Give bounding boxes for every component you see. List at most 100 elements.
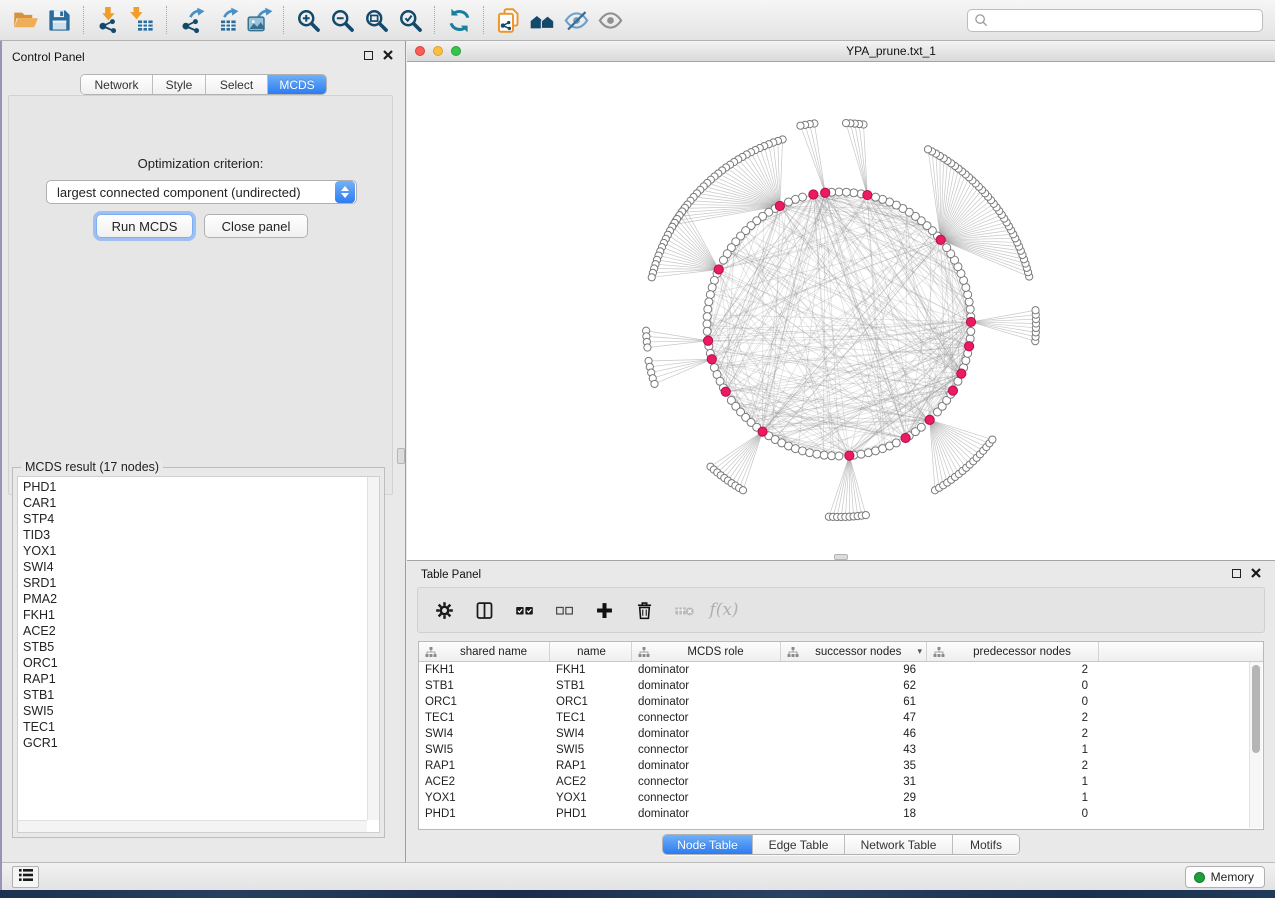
network-hub-node[interactable] [707, 355, 716, 364]
refresh-button[interactable] [442, 4, 476, 36]
network-node[interactable] [917, 423, 925, 431]
close-table-panel-icon[interactable] [1251, 568, 1261, 578]
network-node[interactable] [842, 188, 850, 196]
column-header-predecessor-nodes[interactable]: predecessor nodes [927, 642, 1099, 661]
network-node[interactable] [835, 188, 843, 196]
network-node[interactable] [648, 274, 655, 281]
network-hub-node[interactable] [821, 188, 830, 197]
show-all-button[interactable] [593, 4, 627, 36]
table-tab-motifs[interactable]: Motifs [953, 835, 1019, 854]
network-node[interactable] [842, 120, 849, 127]
vertical-splitter-handle[interactable] [397, 448, 405, 464]
network-hub-node[interactable] [966, 317, 975, 326]
table-row[interactable]: FKH1FKH1dominator962 [419, 662, 1263, 678]
table-row[interactable]: PHD1PHD1dominator180 [419, 806, 1263, 822]
network-node[interactable] [651, 380, 658, 387]
mcds-result-item[interactable]: STP4 [18, 511, 366, 527]
table-tab-edge-table[interactable]: Edge Table [753, 835, 845, 854]
network-node[interactable] [989, 436, 996, 443]
float-table-panel-icon[interactable] [1232, 569, 1241, 578]
mcds-result-item[interactable]: YOX1 [18, 543, 366, 559]
network-hub-node[interactable] [809, 190, 818, 199]
network-node[interactable] [857, 450, 865, 458]
network-hub-node[interactable] [714, 265, 723, 274]
zoom-selected-button[interactable] [393, 4, 427, 36]
close-panel-icon[interactable] [383, 50, 393, 60]
network-hub-node[interactable] [775, 201, 784, 210]
panel-menu-button[interactable] [12, 866, 39, 888]
network-node[interactable] [706, 291, 714, 299]
network-hub-node[interactable] [957, 369, 966, 378]
mcds-result-item[interactable]: SRD1 [18, 575, 366, 591]
network-node[interactable] [967, 327, 975, 335]
zoom-out-button[interactable] [325, 4, 359, 36]
node-table[interactable]: shared namenameMCDS rolesuccessor nodes▾… [418, 641, 1264, 830]
network-hub-node[interactable] [845, 451, 854, 460]
zoom-fit-button[interactable] [359, 4, 393, 36]
table-row[interactable]: STB1STB1dominator620 [419, 678, 1263, 694]
network-node[interactable] [862, 512, 869, 519]
table-row[interactable]: ORC1ORC1dominator610 [419, 694, 1263, 710]
table-row[interactable]: YOX1YOX1connector291 [419, 790, 1263, 806]
network-node[interactable] [806, 449, 814, 457]
criterion-dropdown[interactable]: largest connected component (undirected) [46, 180, 357, 204]
network-canvas[interactable] [407, 62, 1275, 560]
network-node[interactable] [703, 327, 711, 335]
table-vertical-scrollbar[interactable] [1249, 662, 1262, 828]
mcds-result-list[interactable]: PHD1CAR1STP4TID3YOX1SWI4SRD1PMA2FKH1ACE2… [17, 476, 380, 833]
tab-mcds[interactable]: MCDS [268, 75, 326, 94]
mcds-list-horizontal-scrollbar[interactable] [18, 820, 367, 832]
mcds-result-item[interactable]: SWI4 [18, 559, 366, 575]
add-column-button[interactable] [592, 598, 616, 622]
network-hub-node[interactable] [965, 342, 974, 351]
zoom-in-button[interactable] [291, 4, 325, 36]
mcds-result-item[interactable]: CAR1 [18, 495, 366, 511]
network-node[interactable] [966, 305, 974, 313]
table-row[interactable]: SWI5SWI5connector431 [419, 742, 1263, 758]
network-node[interactable] [828, 452, 836, 460]
network-hub-node[interactable] [863, 190, 872, 199]
mcds-result-item[interactable]: STB1 [18, 687, 366, 703]
network-node[interactable] [1032, 307, 1039, 314]
delete-column-button[interactable] [632, 598, 656, 622]
table-tab-network-table[interactable]: Network Table [845, 835, 953, 854]
mcds-list-vertical-scrollbar[interactable] [367, 477, 379, 820]
table-scrollbar-thumb[interactable] [1252, 665, 1260, 753]
network-hub-node[interactable] [936, 235, 945, 244]
tab-network[interactable]: Network [81, 75, 153, 94]
network-hub-node[interactable] [948, 386, 957, 395]
open-file-button[interactable] [8, 4, 42, 36]
network-node[interactable] [924, 146, 931, 153]
network-node[interactable] [820, 451, 828, 459]
mcds-result-item[interactable]: RAP1 [18, 671, 366, 687]
network-node[interactable] [784, 198, 792, 206]
export-image-button[interactable] [242, 4, 276, 36]
table-row[interactable]: SWI4SWI4dominator462 [419, 726, 1263, 742]
export-table-button[interactable] [208, 4, 242, 36]
network-node[interactable] [797, 122, 804, 129]
mcds-result-item[interactable]: ORC1 [18, 655, 366, 671]
column-header-mcds-role[interactable]: MCDS role [632, 642, 781, 661]
network-hub-node[interactable] [721, 387, 730, 396]
mcds-result-item[interactable]: ACE2 [18, 623, 366, 639]
mcds-result-item[interactable]: PMA2 [18, 591, 366, 607]
deselect-all-button[interactable] [552, 598, 576, 622]
export-network-button[interactable] [174, 4, 208, 36]
network-node[interactable] [965, 298, 973, 306]
network-hub-node[interactable] [901, 433, 910, 442]
save-session-button[interactable] [42, 4, 76, 36]
network-node[interactable] [872, 193, 880, 201]
column-header-successor-nodes[interactable]: successor nodes▾ [781, 642, 927, 661]
network-node[interactable] [835, 452, 843, 460]
memory-button[interactable]: Memory [1185, 866, 1265, 888]
first-neighbors-button[interactable] [525, 4, 559, 36]
select-all-button[interactable] [512, 598, 536, 622]
tab-style[interactable]: Style [153, 75, 206, 94]
float-panel-icon[interactable] [364, 51, 373, 60]
network-node[interactable] [705, 298, 713, 306]
column-settings-button[interactable] [432, 598, 456, 622]
import-table-button[interactable] [125, 4, 159, 36]
table-row[interactable]: RAP1RAP1dominator352 [419, 758, 1263, 774]
network-window-titlebar[interactable]: YPA_prune.txt_1 [407, 41, 1275, 62]
mcds-result-item[interactable]: GCR1 [18, 735, 366, 751]
